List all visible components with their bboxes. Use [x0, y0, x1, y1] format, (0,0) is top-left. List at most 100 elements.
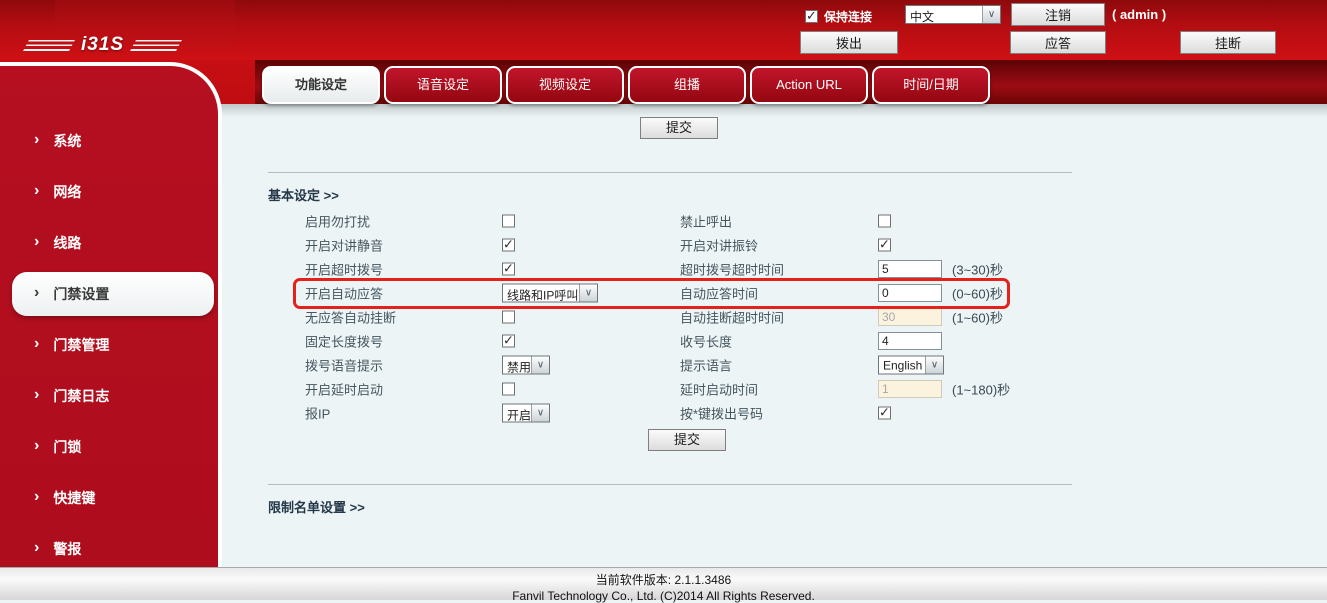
field-label: 固定长度拨号 — [305, 332, 383, 351]
sidebar-item-access-log[interactable]: › 门禁日志 — [12, 374, 214, 418]
divider — [268, 484, 1072, 485]
logout-button[interactable]: 注销 — [1011, 3, 1105, 26]
sidebar-item-label: 门禁设置 — [53, 284, 109, 304]
field-label: 报IP — [305, 404, 330, 423]
nav-arrow-icon: › — [34, 387, 39, 403]
submit-button-top[interactable]: 提交 — [640, 117, 718, 139]
nav-arrow-icon: › — [34, 540, 39, 556]
tab-bar: 功能设定 语音设定 视频设定 组播 Action URL 时间/日期 — [262, 66, 990, 104]
sidebar-item-access-management[interactable]: › 门禁管理 — [12, 323, 214, 367]
sidebar-item-label: 快捷键 — [53, 488, 95, 508]
announce-ip-select-value: 开启 — [503, 405, 531, 422]
sidebar-item-label: 线路 — [53, 233, 81, 253]
nav-arrow-icon: › — [34, 285, 39, 301]
voice-prompt-select-value: 禁用 — [503, 357, 531, 374]
delay-start-checkbox[interactable] — [502, 383, 515, 396]
chevron-down-icon: ∨ — [531, 405, 549, 422]
sidebar-item-network[interactable]: › 网络 — [12, 170, 214, 214]
digit-length-input[interactable] — [878, 332, 942, 350]
chevron-down-icon: ∨ — [579, 285, 597, 302]
logo-lines-icon — [23, 40, 75, 51]
section-basic-settings[interactable]: 基本设定 >> — [268, 185, 1327, 202]
brand-logo: i31S — [26, 34, 179, 56]
field-label: 开启自动应答 — [305, 284, 383, 303]
no-answer-hangup-checkbox[interactable] — [502, 311, 515, 324]
copyright: Fanvil Technology Co., Ltd. (C)2014 All … — [0, 589, 1327, 603]
field-label: 禁止呼出 — [680, 212, 732, 231]
chevron-down-icon: ∨ — [925, 357, 943, 374]
sidebar-item-access-settings[interactable]: › 门禁设置 — [12, 272, 214, 316]
language-select[interactable]: 中文 ∨ — [905, 5, 1001, 24]
field-label: 启用勿打扰 — [305, 212, 370, 231]
dial-timeout-input[interactable] — [878, 260, 942, 278]
tab-action-url[interactable]: Action URL — [750, 66, 868, 104]
enable-dnd-checkbox[interactable] — [502, 215, 515, 228]
auto-answer-time-input[interactable] — [878, 284, 942, 302]
range-hint: (1~180)秒 — [952, 380, 1010, 399]
footer: 当前软件版本: 2.1.1.3486 Fanvil Technology Co.… — [0, 567, 1327, 600]
nav-arrow-icon: › — [34, 336, 39, 352]
nav-arrow-icon: › — [34, 183, 39, 199]
answer-button[interactable]: 应答 — [1010, 31, 1106, 54]
logo-lines-icon — [130, 40, 182, 51]
sidebar-item-shortcut-keys[interactable]: › 快捷键 — [12, 476, 214, 520]
intercom-mute-checkbox[interactable] — [502, 239, 515, 252]
submit-button-bottom[interactable]: 提交 — [648, 429, 726, 451]
star-key-dial-checkbox[interactable] — [878, 407, 891, 420]
timeout-dial-checkbox[interactable] — [502, 263, 515, 276]
hangup-button[interactable]: 挂断 — [1180, 31, 1276, 54]
field-label: 开启对讲振铃 — [680, 236, 758, 255]
range-hint: (3~30)秒 — [952, 260, 1003, 279]
form-row-auto-answer: 开启自动应答 线路和IP呼叫 ∨ 自动应答时间 (0~60)秒 — [230, 281, 1327, 305]
nav-arrow-icon: › — [34, 489, 39, 505]
sidebar-item-label: 警报 — [53, 539, 81, 559]
intercom-ring-checkbox[interactable] — [878, 239, 891, 252]
form-row-dial-timeout: 开启超时拨号 超时拨号超时时间 (3~30)秒 — [230, 257, 1327, 281]
field-label: 按*键拨出号码 — [680, 404, 763, 423]
nav-arrow-icon: › — [34, 132, 39, 148]
field-label: 延时启动时间 — [680, 380, 758, 399]
sidebar-item-alarm[interactable]: › 警报 — [12, 527, 214, 567]
sidebar: › 系统 › 网络 › 线路 › 门禁设置 › 门禁管理 › 门禁日志 › 门锁… — [0, 62, 222, 567]
tab-time-date[interactable]: 时间/日期 — [872, 66, 990, 104]
sidebar-item-door-lock[interactable]: › 门锁 — [12, 425, 214, 469]
field-label: 收号长度 — [680, 332, 732, 351]
tab-video-settings[interactable]: 视频设定 — [506, 66, 624, 104]
dial-out-button[interactable]: 拨出 — [800, 31, 898, 54]
language-select-value: 中文 — [906, 6, 982, 23]
sidebar-item-label: 门禁日志 — [53, 386, 109, 406]
form-row-dnd: 启用勿打扰 禁止呼出 — [230, 209, 1327, 233]
tab-function-settings[interactable]: 功能设定 — [262, 66, 380, 104]
field-label: 自动应答时间 — [680, 284, 758, 303]
sidebar-item-line[interactable]: › 线路 — [12, 221, 214, 265]
software-version: 当前软件版本: 2.1.1.3486 — [0, 571, 1327, 588]
section-restrict-list[interactable]: 限制名单设置 >> — [268, 497, 1327, 514]
prompt-language-select[interactable]: English ∨ — [878, 356, 944, 375]
ban-outgoing-checkbox[interactable] — [878, 215, 891, 228]
sidebar-item-system[interactable]: › 系统 — [12, 119, 214, 163]
auto-answer-select-value: 线路和IP呼叫 — [503, 285, 579, 302]
fixed-length-dial-checkbox[interactable] — [502, 335, 515, 348]
admin-user-label: ( admin ) — [1112, 7, 1166, 22]
voice-prompt-select[interactable]: 禁用 ∨ — [502, 356, 550, 375]
auto-answer-select[interactable]: 线路和IP呼叫 ∨ — [502, 284, 598, 303]
nav-arrow-icon: › — [34, 438, 39, 454]
announce-ip-select[interactable]: 开启 ∨ — [502, 404, 550, 423]
keep-connected-group: 保持连接 — [805, 8, 872, 25]
chevron-down-icon: ∨ — [531, 357, 549, 374]
range-hint: (0~60)秒 — [952, 284, 1003, 303]
range-hint: (1~60)秒 — [952, 308, 1003, 327]
field-label: 超时拨号超时时间 — [680, 260, 784, 279]
form-row-auto-hangup: 无应答自动挂断 自动挂断超时时间 (1~60)秒 — [230, 305, 1327, 329]
delay-start-time-input — [878, 380, 942, 398]
logo-text: i31S — [81, 34, 124, 56]
tab-audio-settings[interactable]: 语音设定 — [384, 66, 502, 104]
sidebar-item-label: 门锁 — [53, 437, 81, 457]
sidebar-item-label: 系统 — [53, 131, 81, 151]
field-label: 拨号语音提示 — [305, 356, 383, 375]
keep-connected-checkbox[interactable] — [805, 10, 818, 23]
tab-multicast[interactable]: 组播 — [628, 66, 746, 104]
nav-arrow-icon: › — [34, 234, 39, 250]
sidebar-item-label: 网络 — [53, 182, 81, 202]
form-row-delay-start: 开启延时启动 延时启动时间 (1~180)秒 — [230, 377, 1327, 401]
